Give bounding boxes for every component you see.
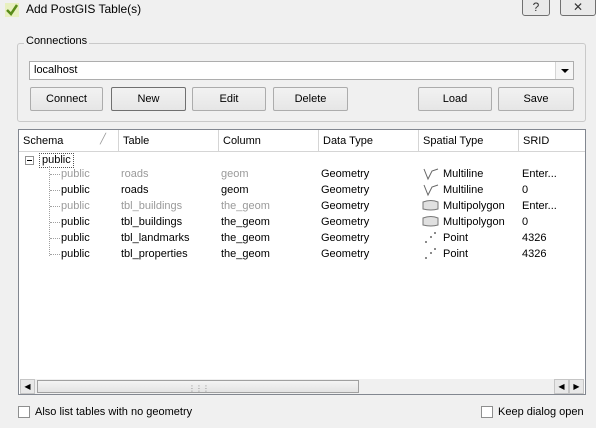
multipolygon-icon: [422, 200, 439, 211]
cell-table: tbl_buildings: [121, 200, 183, 212]
cell-spatial-type: Multipolygon: [443, 216, 505, 228]
load-button[interactable]: Load: [418, 87, 492, 111]
cell-spatial-type: Multiline: [443, 168, 484, 180]
collapse-icon[interactable]: [25, 156, 34, 165]
window-title: Add PostGIS Table(s): [26, 2, 142, 16]
tree-branch: [50, 206, 60, 207]
table-row[interactable]: public roads geom Geometry Multiline Ent…: [19, 166, 585, 182]
tree-branch: [50, 190, 60, 191]
scroll-right-icon[interactable]: ▶: [569, 379, 584, 394]
column-header-srid[interactable]: SRID: [519, 130, 585, 151]
tables-tree[interactable]: Schema ╱ Table Column Data Type Spatial T…: [18, 129, 586, 395]
column-header-column[interactable]: Column: [219, 130, 319, 151]
table-row[interactable]: public tbl_properties the_geom Geometry …: [19, 246, 585, 262]
cell-srid[interactable]: Enter...: [522, 200, 557, 212]
connection-selected-value: localhost: [34, 64, 78, 76]
cell-column: the_geom: [221, 248, 270, 260]
multipolygon-icon: [422, 216, 439, 227]
connections-label: Connections: [24, 35, 90, 47]
cell-spatial-type: Multipolygon: [443, 200, 505, 212]
cell-data-type: Geometry: [321, 184, 370, 196]
cell-schema: public: [61, 200, 90, 212]
scrollbar-thumb[interactable]: ⋮⋮⋮: [37, 380, 359, 393]
cell-schema: public: [61, 232, 90, 244]
cell-table: roads: [121, 184, 149, 196]
cell-table: tbl_landmarks: [121, 232, 190, 244]
keep-dialog-open-checkbox[interactable]: [481, 406, 493, 418]
horizontal-scrollbar[interactable]: ◀ ⋮⋮⋮ ◀ ▶: [20, 379, 584, 394]
sort-indicator-icon: ╱: [99, 134, 106, 145]
cell-data-type: Geometry: [321, 168, 370, 180]
title-bar: Add PostGIS Table(s) ? ✕: [0, 0, 596, 20]
column-header-schema[interactable]: Schema ╱: [19, 130, 119, 151]
multiline-icon: [423, 168, 439, 181]
cell-schema: public: [61, 184, 90, 196]
table-row[interactable]: public tbl_buildings the_geom Geometry M…: [19, 198, 585, 214]
tree-branch: [50, 174, 60, 175]
cell-column: geom: [221, 168, 249, 180]
save-button[interactable]: Save: [498, 87, 574, 111]
new-button[interactable]: New: [111, 87, 186, 111]
grip-icon: ⋮⋮⋮: [188, 384, 210, 393]
cell-spatial-type: Point: [443, 232, 469, 244]
close-button[interactable]: ✕: [560, 0, 596, 16]
cell-data-type: Geometry: [321, 216, 370, 228]
cell-column: the_geom: [221, 200, 270, 212]
cell-column: geom: [221, 184, 249, 196]
cell-table: roads: [121, 168, 149, 180]
keep-dialog-open-label[interactable]: Keep dialog open: [498, 406, 584, 418]
cell-data-type: Geometry: [321, 248, 370, 260]
point-icon: [425, 248, 436, 259]
tree-branch: [50, 254, 60, 255]
cell-column: the_geom: [221, 232, 270, 244]
cell-table: tbl_buildings: [121, 216, 183, 228]
point-icon: [425, 232, 436, 243]
tree-branch: [50, 222, 60, 223]
scroll-left-end-icon[interactable]: ◀: [554, 379, 569, 394]
chevron-down-icon[interactable]: [555, 62, 573, 79]
cell-srid[interactable]: 0: [522, 216, 528, 228]
connection-select[interactable]: localhost: [29, 61, 574, 80]
cell-spatial-type: Multiline: [443, 184, 484, 196]
cell-srid[interactable]: 0: [522, 184, 528, 196]
table-row[interactable]: public roads geom Geometry Multiline 0: [19, 182, 585, 198]
cell-srid[interactable]: 4326: [522, 232, 546, 244]
qgis-icon: [5, 3, 19, 17]
column-header-table[interactable]: Table: [119, 130, 219, 151]
tree-branch: [50, 238, 60, 239]
cell-schema: public: [61, 168, 90, 180]
cell-data-type: Geometry: [321, 200, 370, 212]
cell-column: the_geom: [221, 216, 270, 228]
list-no-geometry-checkbox[interactable]: [18, 406, 30, 418]
column-header-data-type[interactable]: Data Type: [319, 130, 419, 151]
table-header: Schema ╱ Table Column Data Type Spatial T…: [19, 130, 585, 152]
list-no-geometry-label[interactable]: Also list tables with no geometry: [35, 406, 192, 418]
column-header-spatial-type[interactable]: Spatial Type: [419, 130, 519, 151]
cell-srid[interactable]: Enter...: [522, 168, 557, 180]
cell-data-type: Geometry: [321, 232, 370, 244]
table-row[interactable]: public tbl_landmarks the_geom Geometry P…: [19, 230, 585, 246]
cell-table: tbl_properties: [121, 248, 188, 260]
cell-spatial-type: Point: [443, 248, 469, 260]
cell-srid[interactable]: 4326: [522, 248, 546, 260]
connect-button[interactable]: Connect: [30, 87, 103, 111]
table-row[interactable]: public tbl_buildings the_geom Geometry M…: [19, 214, 585, 230]
cell-schema: public: [61, 216, 90, 228]
multiline-icon: [423, 184, 439, 197]
scroll-left-icon[interactable]: ◀: [20, 379, 35, 394]
delete-button[interactable]: Delete: [273, 87, 348, 111]
cell-schema: public: [61, 248, 90, 260]
help-button[interactable]: ?: [522, 0, 550, 16]
edit-button[interactable]: Edit: [192, 87, 266, 111]
